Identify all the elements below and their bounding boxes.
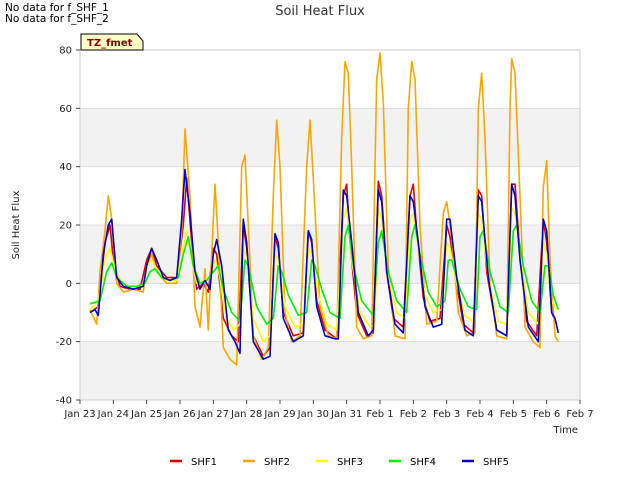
x-tick-label: Jan 31 [330,409,362,420]
legend: SHF1 SHF2 SHF3 SHF4 SHF5 [170,457,509,468]
y-tick-label: -20 [56,337,72,348]
x-tick-label: Feb 2 [400,409,427,420]
legend-label: SHF4 [410,457,436,468]
x-tick-label: Jan 23 [63,409,95,420]
x-tick-label: Jan 30 [297,409,329,420]
background-band [80,108,580,167]
legend-label: SHF1 [191,457,217,468]
x-axis-ticks: Jan 23 Jan 24 Jan 25 Jan 26 Jan 27 Jan 28 Jan … [63,400,594,420]
x-tick-label: Feb 1 [366,409,393,420]
background-band [80,341,580,400]
y-tick-label: 40 [59,162,72,173]
y-tick-label: 20 [59,221,72,232]
y-axis-ticks: -40 -20 0 20 40 60 80 [56,46,80,407]
x-tick-label: Feb 6 [533,409,560,420]
x-tick-label: Feb 7 [566,409,593,420]
y-tick-label: -40 [56,396,72,407]
x-tick-label: Jan 27 [197,409,229,420]
x-tick-label: Jan 24 [97,409,129,420]
y-axis-label: Soil Heat Flux [11,190,22,259]
y-tick-label: 0 [66,279,72,290]
soil-heat-flux-chart: -40 -20 0 20 40 60 80 Jan 23 Jan 24 Jan 25 Jan 26… [11,4,594,468]
x-tick-label: Feb 4 [466,409,493,420]
x-tick-label: Jan 28 [230,409,262,420]
x-tick-label: Jan 29 [263,409,295,420]
y-tick-label: 80 [59,46,72,57]
chart-title: Soil Heat Flux [275,4,365,19]
x-tick-label: Feb 5 [500,409,527,420]
badge-label: TZ_fmet [87,38,133,49]
series-layer [89,52,560,366]
legend-label: SHF2 [264,457,290,468]
x-tick-label: Jan 25 [130,409,162,420]
legend-label: SHF5 [483,457,509,468]
x-tick-label: Jan 26 [163,409,195,420]
x-tick-label: Feb 3 [433,409,460,420]
tz-fmet-badge: TZ_fmet [80,33,144,51]
legend-label: SHF3 [337,457,363,468]
y-tick-label: 60 [59,104,72,115]
x-axis-label: Time [553,425,578,436]
